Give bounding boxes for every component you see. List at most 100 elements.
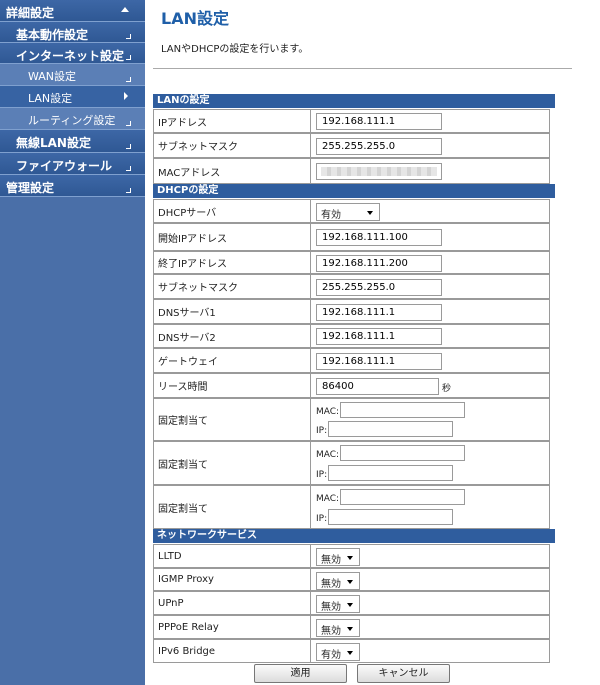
static-assign-row: 固定割当て MAC: IP: [153,398,550,441]
lltd-row: LLTD 無効 [153,544,550,568]
corner-icon [126,34,131,39]
pppoe-select[interactable]: 無効 [316,619,360,637]
dropdown-arrow-icon [347,556,353,560]
dhcp-server-row: DHCPサーバ 有効 [153,199,550,223]
row-label: IPアドレス [154,110,311,132]
row-label: 固定割当て [154,399,311,440]
static-mac-input[interactable] [340,445,465,461]
divider [153,68,572,69]
ipv6-row: IPv6 Bridge 有効 [153,639,550,663]
igmp-select[interactable]: 無効 [316,572,360,590]
corner-icon [126,121,131,126]
static-mac-input[interactable] [340,489,465,505]
lease-unit: 秒 [442,384,452,394]
dns2-input[interactable] [316,328,442,345]
sidebar-item-label: ルーティング設定 [28,114,116,127]
sidebar: 詳細設定 基本動作設定 インターネット設定 WAN設定 LAN設定 ルーティング… [0,0,145,685]
static-mac-input[interactable] [340,402,465,418]
select-value: 無効 [321,579,341,590]
dhcp-start-input[interactable] [316,229,442,246]
static-assign-row: 固定割当て MAC: IP: [153,485,550,529]
select-value: 無効 [321,602,341,613]
row-label: 終了IPアドレス [154,252,311,273]
dns1-input[interactable] [316,304,442,321]
lan-subnet-input[interactable] [316,138,442,155]
row-label: DHCPサーバ [154,200,311,222]
upnp-row: UPnP 無効 [153,591,550,615]
chevron-right-icon [124,92,128,100]
corner-icon [126,188,131,193]
redacted-mac [321,167,437,176]
corner-icon [126,166,131,171]
sidebar-item-wireless-lan[interactable]: 無線LAN設定 [0,130,145,153]
lltd-select[interactable]: 無効 [316,548,360,566]
dropdown-arrow-icon [347,651,353,655]
row-label: DNSサーバ2 [154,325,311,347]
row-label: 開始IPアドレス [154,224,311,250]
collapse-arrow-icon [121,7,129,12]
sidebar-item-label: LAN設定 [28,92,73,105]
lan-mac-row: MACアドレス [153,158,550,184]
lan-ip-row: IPアドレス [153,109,550,133]
sidebar-item-label: 詳細設定 [6,6,55,20]
dhcp-subnet-row: サブネットマスク [153,274,550,299]
static-ip-input[interactable] [328,509,453,525]
row-label: LLTD [154,545,311,567]
mac-prefix: MAC: [316,450,340,460]
row-label: IGMP Proxy [154,569,311,590]
lan-section-header: LANの設定 [153,94,555,108]
sidebar-item-firewall[interactable]: ファイアウォール [0,153,145,175]
row-label: 固定割当て [154,486,311,528]
row-label: DNSサーバ1 [154,300,311,323]
sidebar-item-internet-settings[interactable]: インターネット設定 [0,43,145,64]
gateway-row: ゲートウェイ [153,348,550,373]
sidebar-item-label: ファイアウォール [16,159,113,173]
select-value: 無効 [321,555,341,566]
mac-prefix: MAC: [316,494,340,504]
dhcp-end-input[interactable] [316,255,442,272]
ip-prefix: IP: [316,426,328,436]
row-label: PPPoE Relay [154,616,311,638]
sidebar-item-label: 無線LAN設定 [16,136,91,150]
sidebar-item-label: 管理設定 [6,181,55,195]
row-label: サブネットマスク [154,275,311,298]
gateway-input[interactable] [316,353,442,370]
pppoe-row: PPPoE Relay 無効 [153,615,550,639]
lan-ip-input[interactable] [316,113,442,130]
cancel-button[interactable]: キャンセル [357,664,450,683]
igmp-row: IGMP Proxy 無効 [153,568,550,591]
select-value: 有効 [321,650,341,661]
dhcp-start-row: 開始IPアドレス [153,223,550,251]
row-label: サブネットマスク [154,134,311,157]
static-assign-row: 固定割当て MAC: IP: [153,441,550,485]
lease-time-input[interactable] [316,378,439,395]
dhcp-server-select[interactable]: 有効 [316,203,380,221]
sidebar-item-wan[interactable]: WAN設定 [0,64,145,86]
ipv6-select[interactable]: 有効 [316,643,360,661]
sidebar-item-label: WAN設定 [28,70,77,83]
dropdown-arrow-icon [347,627,353,631]
corner-icon [126,77,131,82]
sidebar-item-lan[interactable]: LAN設定 [0,86,145,108]
upnp-select[interactable]: 無効 [316,595,360,613]
static-ip-input[interactable] [328,421,453,437]
row-label: IPv6 Bridge [154,640,311,662]
dns1-row: DNSサーバ1 [153,299,550,324]
row-label: UPnP [154,592,311,614]
row-label: リース時間 [154,374,311,397]
corner-icon [126,144,131,149]
ip-prefix: IP: [316,514,328,524]
dhcp-section-header: DHCPの設定 [153,184,555,198]
sidebar-item-basic-settings[interactable]: 基本動作設定 [0,22,145,43]
sidebar-item-management[interactable]: 管理設定 [0,175,145,197]
sidebar-item-advanced-settings[interactable]: 詳細設定 [0,0,145,22]
dns2-row: DNSサーバ2 [153,324,550,348]
select-value: 有効 [321,210,341,221]
apply-button[interactable]: 適用 [254,664,347,683]
select-value: 無効 [321,626,341,637]
dhcp-subnet-input[interactable] [316,279,442,296]
row-label: ゲートウェイ [154,349,311,372]
dropdown-arrow-icon [347,603,353,607]
static-ip-input[interactable] [328,465,453,481]
sidebar-item-routing[interactable]: ルーティング設定 [0,108,145,130]
